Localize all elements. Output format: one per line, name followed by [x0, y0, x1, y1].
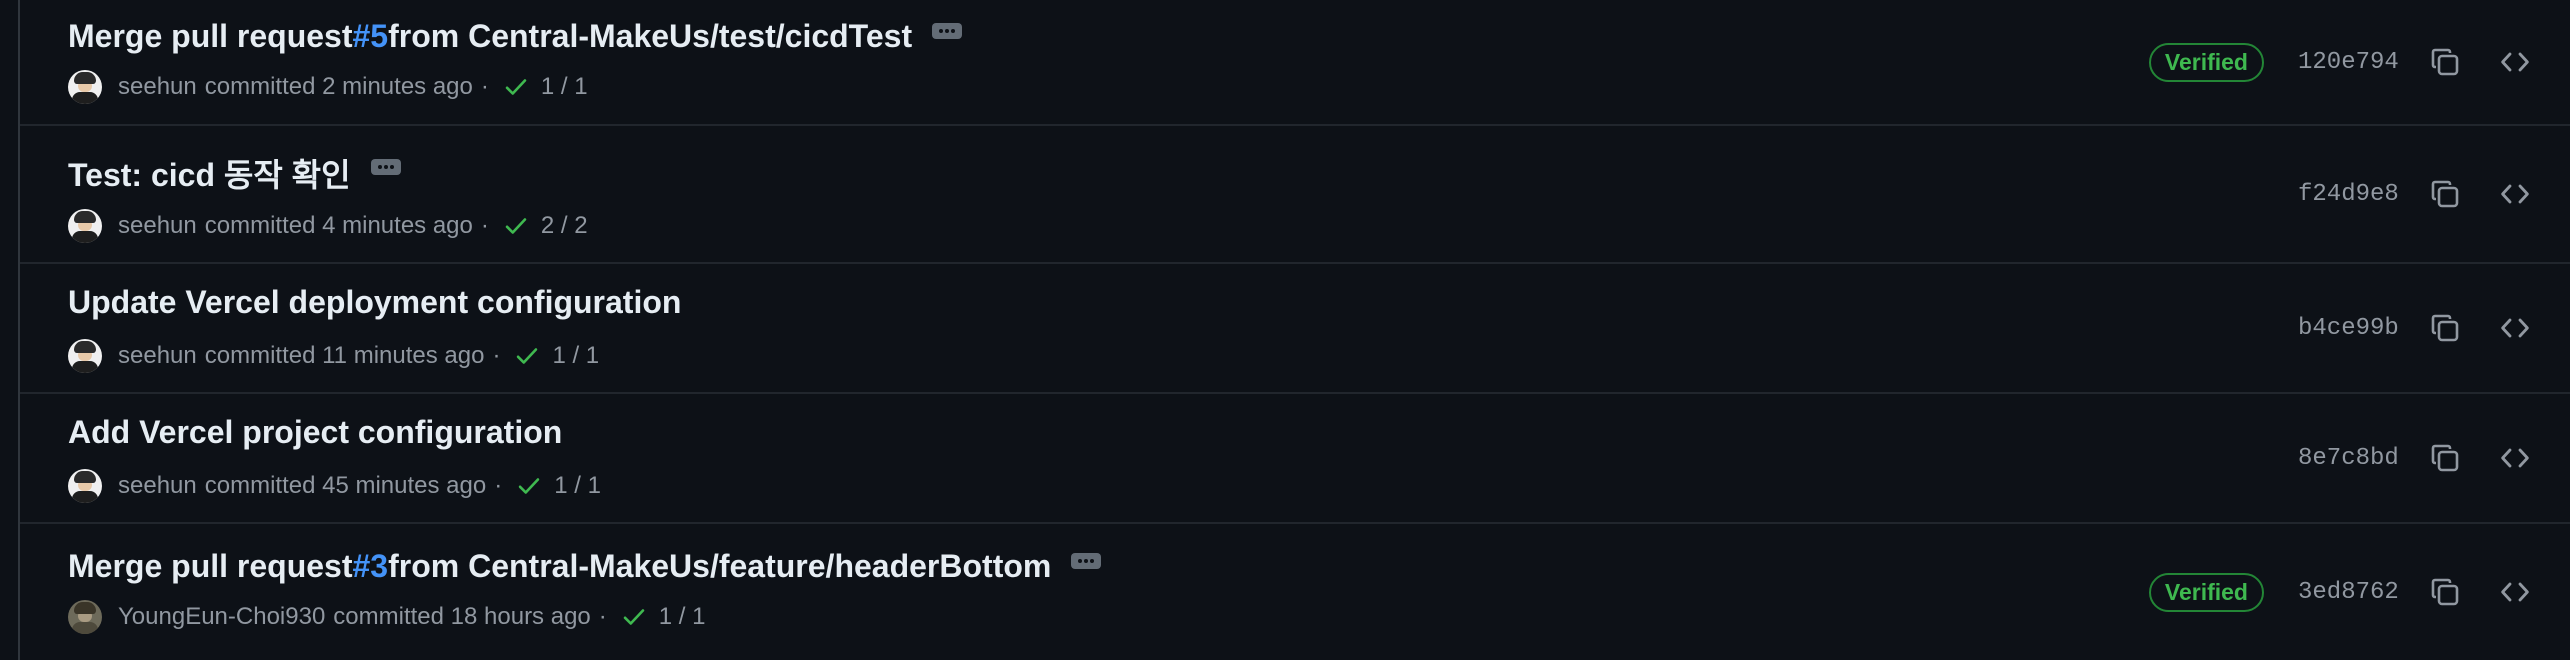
commit-title[interactable]: Add Vercel project configuration [68, 414, 562, 451]
separator-dot: · [480, 212, 489, 239]
check-icon[interactable] [503, 74, 529, 100]
checks-count[interactable]: 1 / 1 [659, 603, 706, 631]
commit-meta: YoungEun-Choi930 committed 18 hours ago … [68, 600, 705, 634]
avatar[interactable] [68, 209, 102, 243]
author-link[interactable]: seehun [118, 342, 197, 370]
author-link[interactable]: YoungEun-Choi930 [118, 603, 325, 631]
check-icon[interactable] [514, 343, 540, 369]
separator-dot: · [598, 603, 607, 630]
commit-row: Merge pull request #5 from Central-MakeU… [20, 0, 2570, 126]
commit-title[interactable]: Test: cicd 동작 확인 [68, 150, 401, 196]
code-icon[interactable] [2498, 575, 2532, 609]
commit-meta: seehun committed 4 minutes ago · 2 / 2 [68, 209, 588, 243]
commit-meta: seehun committed 11 minutes ago · 1 / 1 [68, 339, 599, 373]
commit-sha-link[interactable]: 3ed8762 [2298, 579, 2402, 606]
code-icon[interactable] [2498, 441, 2532, 475]
checks-count[interactable]: 1 / 1 [541, 73, 588, 101]
separator-dot: · [480, 73, 489, 100]
commit-actions: b4ce99b [2298, 264, 2570, 392]
avatar[interactable] [68, 339, 102, 373]
check-icon[interactable] [621, 604, 647, 630]
pull-request-link[interactable]: #5 [353, 18, 389, 55]
commit-message[interactable]: Update Vercel deployment configuration [68, 284, 681, 321]
checks-count[interactable]: 2 / 2 [541, 212, 588, 240]
check-icon[interactable] [503, 213, 529, 239]
commit-actions: Verified 3ed8762 [2148, 524, 2570, 660]
commit-actions: 8e7c8bd [2298, 394, 2570, 522]
copy-icon[interactable] [2428, 45, 2462, 79]
verified-badge[interactable]: Verified [2148, 572, 2264, 612]
ellipsis-icon[interactable] [932, 22, 963, 39]
commit-title[interactable]: Merge pull request #3 from Central-MakeU… [68, 548, 1102, 585]
pull-request-link[interactable]: #3 [353, 548, 389, 585]
avatar[interactable] [68, 70, 102, 104]
author-link[interactable]: seehun [118, 212, 197, 240]
verified-badge[interactable]: Verified [2148, 42, 2264, 82]
code-icon[interactable] [2498, 177, 2532, 211]
commit-meta: seehun committed 45 minutes ago · 1 / 1 [68, 469, 601, 503]
check-icon[interactable] [516, 473, 542, 499]
checks-count[interactable]: 1 / 1 [554, 472, 601, 500]
commit-time: committed 2 minutes ago [204, 73, 473, 100]
commit-sha-link[interactable]: b4ce99b [2298, 315, 2402, 342]
commit-row: Update Vercel deployment configuration s… [20, 264, 2570, 394]
commit-sha-link[interactable]: f24d9e8 [2298, 181, 2402, 208]
code-icon[interactable] [2498, 311, 2532, 345]
commit-message-suffix[interactable]: from Central-MakeUs/feature/headerBottom [388, 548, 1051, 585]
copy-icon[interactable] [2428, 575, 2462, 609]
commit-message[interactable]: Merge pull request [68, 548, 353, 585]
commit-time: committed 45 minutes ago [204, 472, 487, 499]
commit-title[interactable]: Merge pull request #5 from Central-MakeU… [68, 18, 963, 55]
commit-row: Add Vercel project configuration seehun … [20, 394, 2570, 524]
avatar[interactable] [68, 600, 102, 634]
separator-dot: · [494, 472, 503, 499]
commit-message[interactable]: Add Vercel project configuration [68, 414, 562, 451]
code-icon[interactable] [2498, 45, 2532, 79]
commit-message[interactable]: Test: cicd 동작 확인 [68, 150, 351, 196]
commit-list: Merge pull request #5 from Central-MakeU… [18, 0, 2570, 660]
commit-time: committed 18 hours ago [333, 603, 591, 630]
avatar[interactable] [68, 469, 102, 503]
author-link[interactable]: seehun [118, 472, 197, 500]
copy-icon[interactable] [2428, 441, 2462, 475]
commit-title[interactable]: Update Vercel deployment configuration [68, 284, 681, 321]
commit-actions: f24d9e8 [2298, 126, 2570, 262]
copy-icon[interactable] [2428, 177, 2462, 211]
checks-count[interactable]: 1 / 1 [552, 342, 599, 370]
copy-icon[interactable] [2428, 311, 2462, 345]
ellipsis-icon[interactable] [370, 159, 401, 175]
commit-row: Merge pull request #3 from Central-MakeU… [20, 524, 2570, 660]
commit-time: committed 4 minutes ago [204, 212, 473, 239]
separator-dot: · [492, 342, 501, 369]
commit-meta: seehun committed 2 minutes ago · 1 / 1 [68, 70, 588, 104]
commit-row: Test: cicd 동작 확인 seehun committed 4 minu… [20, 126, 2570, 264]
commit-message-suffix[interactable]: from Central-MakeUs/test/cicdTest [388, 18, 912, 55]
author-link[interactable]: seehun [118, 73, 197, 101]
ellipsis-icon[interactable] [1071, 552, 1102, 569]
commit-time: committed 11 minutes ago [204, 342, 485, 369]
commit-sha-link[interactable]: 8e7c8bd [2298, 445, 2402, 472]
commit-sha-link[interactable]: 120e794 [2298, 49, 2402, 76]
commit-actions: Verified 120e794 [2148, 0, 2570, 124]
commit-message[interactable]: Merge pull request [68, 18, 353, 55]
